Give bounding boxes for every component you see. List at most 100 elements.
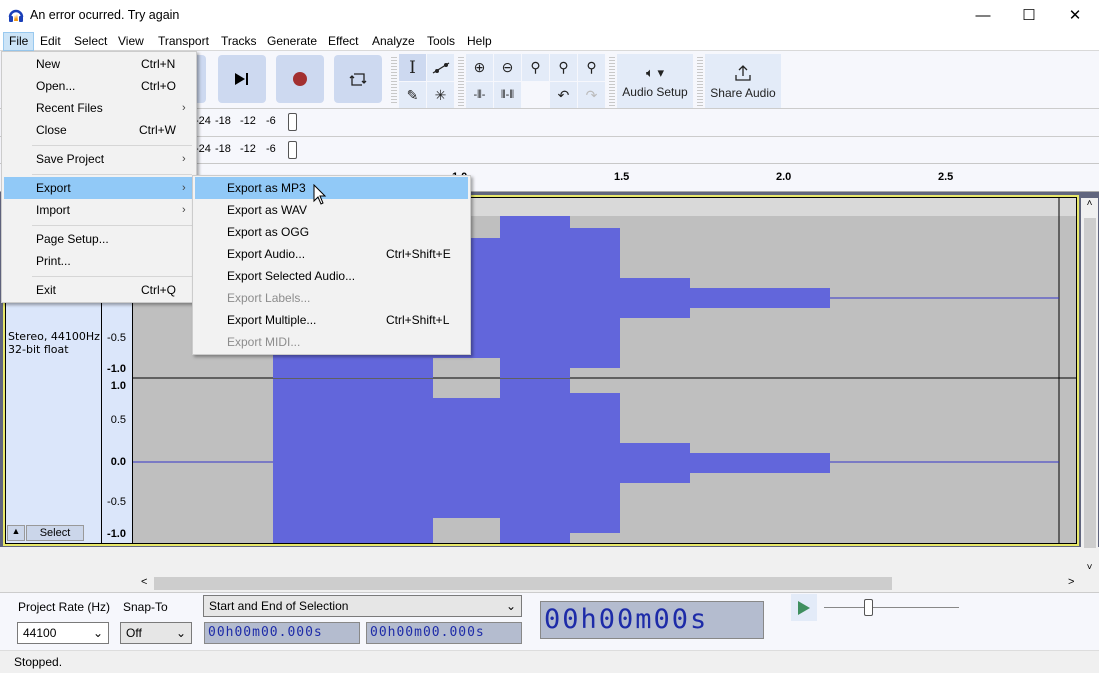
scroll-up-icon[interactable]: ˄: [1081, 198, 1098, 209]
chevron-right-icon: ›: [182, 153, 186, 165]
menu-item-print[interactable]: Print...: [4, 250, 194, 272]
playback-speed-slider[interactable]: [824, 607, 959, 608]
menu-file[interactable]: File: [3, 32, 35, 51]
menu-item-exit[interactable]: Exit Ctrl+Q: [4, 279, 194, 301]
draw-tool-button[interactable]: ✎: [399, 82, 426, 109]
vertical-scroll-thumb[interactable]: [1084, 218, 1096, 548]
record-meter-slider[interactable]: [288, 113, 297, 131]
play-icon: [798, 600, 810, 615]
menu-effect[interactable]: Effect: [323, 32, 363, 51]
menu-item-save-project[interactable]: Save Project ›: [4, 148, 194, 170]
menu-item-page-setup[interactable]: Page Setup...: [4, 228, 194, 250]
toolbar-grip[interactable]: [391, 55, 397, 103]
menu-item-export-midi: Export MIDI...: [227, 335, 301, 349]
menu-generate[interactable]: Generate: [262, 32, 322, 51]
trim-button[interactable]: -⫴-: [466, 82, 493, 109]
audio-position-time[interactable]: 00h00m00s: [540, 601, 764, 639]
menu-analyze[interactable]: Analyze: [367, 32, 420, 51]
close-icon: ✕: [1068, 7, 1082, 24]
pencil-icon: ✎: [406, 87, 419, 103]
collapse-track-button[interactable]: ▲: [7, 525, 25, 541]
menu-item-export-multiple[interactable]: Export Multiple... Ctrl+Shift+L: [195, 309, 468, 331]
menu-item-close[interactable]: Close Ctrl+W: [4, 119, 194, 141]
toolbar-grip[interactable]: [697, 55, 703, 107]
menu-item-open[interactable]: Open... Ctrl+O: [4, 75, 194, 97]
scale-label: -1.0: [107, 363, 126, 375]
fit-project-button[interactable]: ⚲: [550, 54, 577, 81]
scale-label: -0.5: [107, 496, 126, 508]
export-submenu: Export as MP3 Export as WAV Export as OG…: [192, 175, 471, 355]
status-bar: Stopped.: [0, 650, 1099, 673]
file-menu: New Ctrl+N Open... Ctrl+O Recent Files › Cl…: [1, 51, 197, 303]
menu-item-import[interactable]: Import ›: [4, 199, 194, 221]
playback-meter[interactable]: -24 -18 -12 -6: [190, 137, 300, 163]
vertical-scrollbar[interactable]: ˄ ˅: [1081, 198, 1098, 573]
envelope-tool-button[interactable]: [427, 54, 454, 81]
zoom-in-button[interactable]: ⊕: [466, 54, 493, 81]
menu-item-export-mp3[interactable]: Export as MP3: [195, 177, 468, 199]
snap-to-select[interactable]: Off ⌄: [120, 622, 192, 644]
audio-setup-label: Audio Setup: [622, 84, 688, 99]
horizontal-scroll-thumb[interactable]: [154, 577, 892, 590]
menu-edit[interactable]: Edit: [35, 32, 66, 51]
skip-end-button[interactable]: [218, 55, 266, 103]
toolbar-grip[interactable]: [609, 55, 615, 107]
menu-item-new[interactable]: New Ctrl+N: [4, 53, 194, 75]
menu-tools[interactable]: Tools: [422, 32, 460, 51]
track-bit-depth-text: 32-bit float: [8, 343, 69, 356]
play-at-speed-button[interactable]: [791, 594, 817, 621]
menu-select[interactable]: Select: [69, 32, 112, 51]
ruler-label: 1.5: [614, 171, 630, 183]
selection-start-time[interactable]: 00h00m00.000s: [204, 622, 360, 644]
redo-icon: ↷: [585, 87, 598, 103]
undo-button[interactable]: ↶: [550, 82, 577, 109]
redo-button[interactable]: ↷: [578, 82, 605, 109]
zoom-in-icon: ⊕: [473, 59, 486, 75]
share-audio-button[interactable]: Share Audio: [705, 54, 781, 109]
scroll-left-icon[interactable]: <: [141, 576, 147, 588]
minimize-button[interactable]: —: [960, 0, 1006, 30]
menu-item-export-audio[interactable]: Export Audio... Ctrl+Shift+E: [195, 243, 468, 265]
menu-view[interactable]: View: [113, 32, 149, 51]
selection-tool-button[interactable]: I: [399, 54, 426, 81]
multi-tool-icon: ✳: [434, 87, 447, 103]
playback-meter-slider[interactable]: [288, 141, 297, 159]
menu-item-export-selected-audio[interactable]: Export Selected Audio...: [195, 265, 468, 287]
loop-icon: [349, 73, 367, 86]
chevron-down-icon: ⌄: [505, 599, 516, 613]
menu-item-export-ogg[interactable]: Export as OGG: [195, 221, 468, 243]
menu-help[interactable]: Help: [462, 32, 497, 51]
maximize-button[interactable]: ☐: [1006, 0, 1052, 30]
scroll-right-icon[interactable]: >: [1068, 576, 1074, 588]
menu-item-recent-files[interactable]: Recent Files ›: [4, 97, 194, 119]
mouse-cursor-icon: [313, 184, 327, 205]
selection-mode-select[interactable]: Start and End of Selection ⌄: [203, 595, 522, 617]
fit-selection-button[interactable]: ⚲: [522, 54, 549, 81]
silence-button[interactable]: ⫴-⫴: [494, 82, 521, 109]
audio-setup-button[interactable]: 🔈︎ ▾ Audio Setup: [617, 54, 693, 109]
scroll-down-icon[interactable]: ˅: [1081, 562, 1098, 573]
menu-transport[interactable]: Transport: [153, 32, 214, 51]
zoom-toggle-button[interactable]: ⚲: [578, 54, 605, 81]
selection-end-time[interactable]: 00h00m00.000s: [366, 622, 522, 644]
record-meter[interactable]: -24 -18 -12 -6: [190, 109, 300, 135]
menu-tracks[interactable]: Tracks: [216, 32, 262, 51]
i-beam-icon: I: [409, 57, 416, 78]
menu-item-export-wav[interactable]: Export as WAV: [195, 199, 468, 221]
window-title: An error ocurred. Try again: [30, 8, 180, 22]
record-button[interactable]: [276, 55, 324, 103]
menu-item-export-labels: Export Labels...: [227, 291, 311, 305]
toolbar-grip[interactable]: [458, 55, 464, 107]
loop-button[interactable]: [334, 55, 382, 103]
zoom-out-button[interactable]: ⊖: [494, 54, 521, 81]
status-text: Stopped.: [14, 655, 63, 669]
record-icon: [293, 72, 307, 86]
playback-speed-thumb[interactable]: [864, 599, 873, 616]
select-track-button[interactable]: Select: [26, 525, 84, 541]
selection-toolbar: Project Rate (Hz) Snap-To 44100 ⌄ Off ⌄ St…: [0, 592, 1099, 650]
horizontal-scrollbar[interactable]: < >: [0, 575, 1099, 592]
menu-item-export[interactable]: Export ›: [4, 177, 194, 199]
project-rate-select[interactable]: 44100 ⌄: [17, 622, 109, 644]
multi-tool-button[interactable]: ✳: [427, 82, 454, 109]
close-button[interactable]: ✕: [1052, 0, 1098, 30]
